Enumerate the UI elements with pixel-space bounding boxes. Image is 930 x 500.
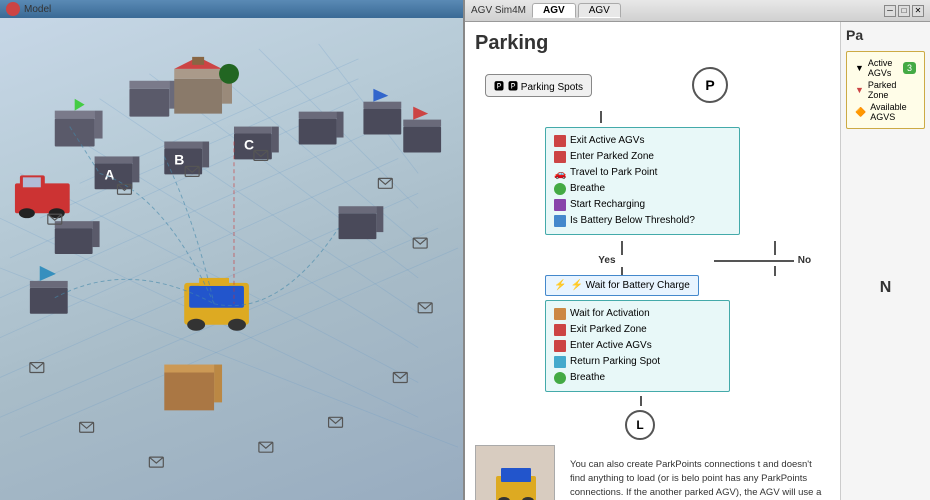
- active-agvs-label: Active AGVs: [868, 58, 899, 78]
- return-parking-icon: [554, 356, 566, 368]
- parked-zone-icon: ▼: [855, 85, 864, 95]
- wait-battery-icon: ⚡: [554, 280, 566, 291]
- main-action-box: Exit Active AGVs Enter Parked Zone 🚗 Tra…: [545, 127, 740, 235]
- wait-battery-label: ⚡ Wait for Battery Charge: [570, 280, 689, 291]
- close-right-btn[interactable]: ✕: [912, 5, 924, 17]
- scene-svg: A B C: [0, 18, 463, 500]
- flow-start-circle: P: [692, 67, 728, 103]
- flowchart: 🅿 🅿 Parking Spots P Exit Active AGVs: [475, 67, 830, 440]
- bottom-section: You can also create ParkPoints connectio…: [475, 445, 830, 500]
- no-vert1: [774, 241, 776, 255]
- legend-active-agvs: ▼ Active AGVs 3: [855, 58, 916, 78]
- simulation-canvas: A B C: [0, 18, 463, 500]
- tab1[interactable]: AGV: [532, 3, 576, 18]
- activation-icon: [554, 308, 566, 320]
- flow-item-travel: 🚗 Travel to Park Point: [554, 165, 731, 181]
- svg-text:C: C: [244, 136, 254, 152]
- yes-branch: Yes ⚡ ⚡ Wait for Battery Charge: [545, 241, 699, 296]
- legend-available-agvs: 🔶 Available AGVS: [855, 102, 916, 122]
- close-btn[interactable]: [6, 2, 20, 16]
- flow-item-breathe1: Breathe: [554, 181, 731, 197]
- no-vert2: [774, 266, 776, 276]
- no-branch: No: [714, 241, 811, 276]
- side-panel-title: Pa: [846, 27, 925, 43]
- flow-item-battery-check: Is Battery Below Threshold?: [554, 213, 731, 229]
- app-name: AGV Sim4M: [471, 5, 526, 16]
- flow-item-enter-parked: Enter Parked Zone: [554, 149, 731, 165]
- parking-spots-label: 🅿 Parking Spots: [508, 78, 583, 93]
- no-horiz: [714, 260, 794, 262]
- left-title-bar: Model: [0, 0, 463, 18]
- no-connector-row: No: [714, 255, 811, 266]
- maximize-btn[interactable]: □: [898, 5, 910, 17]
- active-agvs-badge: 3: [903, 62, 916, 74]
- svg-text:A: A: [105, 166, 115, 182]
- available-agvs-icon: 🔶: [855, 107, 866, 118]
- right-title-bar: AGV Sim4M AGV AGV ─ □ ✕: [465, 0, 930, 22]
- flow-item-enter-active: Enter Active AGVs: [554, 338, 721, 354]
- right-content: Parking 🅿 🅿 Parking Spots P: [465, 22, 930, 500]
- main-area: Parking 🅿 🅿 Parking Spots P: [465, 22, 840, 500]
- breathe2-icon: [554, 372, 566, 384]
- available-agvs-label: Available AGVS: [870, 102, 916, 122]
- flow-item-exit-agvs: Exit Active AGVs: [554, 133, 731, 149]
- parking-spots-icon: 🅿: [494, 78, 504, 93]
- minimize-btn[interactable]: ─: [884, 5, 896, 17]
- side-panel: Pa ▼ Active AGVs 3 ▼ Parked Zone 🔶 A: [840, 22, 930, 500]
- right-panel: AGV Sim4M AGV AGV ─ □ ✕ Parking 🅿 🅿 Park…: [465, 0, 930, 500]
- enter-active-icon: [554, 340, 566, 352]
- wait-battery-box: ⚡ ⚡ Wait for Battery Charge: [545, 275, 699, 296]
- exit-parked-icon: [554, 324, 566, 336]
- legend-box: ▼ Active AGVs 3 ▼ Parked Zone 🔶 Availabl…: [846, 51, 925, 129]
- thumbnail-image: [475, 445, 555, 500]
- second-box-col: Wait for Activation Exit Parked Zone Ent…: [545, 300, 730, 392]
- yes-label: Yes: [598, 255, 615, 266]
- flowchart-top-row: 🅿 🅿 Parking Spots P: [485, 67, 728, 103]
- tab2[interactable]: AGV: [578, 3, 621, 18]
- exit-agvs-icon: [554, 135, 566, 147]
- end-circle: L: [625, 410, 655, 440]
- yes-vert2: [621, 267, 623, 275]
- legend-section: ▼ Active AGVs 3 ▼ Parked Zone 🔶 Availabl…: [846, 51, 925, 129]
- parked-zone-label: Parked Zone: [868, 80, 916, 100]
- yes-connector: [621, 241, 623, 255]
- active-agvs-icon: ▼: [855, 63, 864, 73]
- description-text: You can also create ParkPoints connectio…: [565, 453, 830, 500]
- parking-spots-btn[interactable]: 🅿 🅿 Parking Spots: [485, 74, 592, 97]
- flow-item-activation: Wait for Activation: [554, 306, 721, 322]
- flow-item-return-parking: Return Parking Spot: [554, 354, 721, 370]
- parking-title: Parking: [475, 32, 830, 55]
- travel-icon: 🚗: [554, 167, 566, 179]
- yes-vert-line: [621, 241, 623, 255]
- enter-parked-icon: [554, 151, 566, 163]
- simulation-panel: Model: [0, 0, 465, 500]
- svg-text:B: B: [174, 151, 184, 167]
- end-connector: [640, 396, 642, 406]
- breathe1-icon: [554, 183, 566, 195]
- recharge-icon: [554, 199, 566, 211]
- window-controls: ─ □ ✕: [882, 5, 924, 17]
- flow-item-recharge: Start Recharging: [554, 197, 731, 213]
- legend-parked-zone: ▼ Parked Zone: [855, 80, 916, 100]
- no-label: No: [798, 255, 811, 266]
- second-action-box: Wait for Activation Exit Parked Zone Ent…: [545, 300, 730, 392]
- connector-1: [600, 111, 602, 123]
- left-title-label: Model: [24, 4, 51, 15]
- second-box-area: Wait for Activation Exit Parked Zone Ent…: [545, 300, 730, 392]
- flow-item-breathe2: Breathe: [554, 370, 721, 386]
- side-n-label: N: [846, 279, 925, 297]
- title-tabs: AGV AGV: [532, 3, 621, 18]
- flow-item-exit-parked: Exit Parked Zone: [554, 322, 721, 338]
- branch-row: Yes ⚡ ⚡ Wait for Battery Charge: [545, 241, 811, 296]
- battery-icon: [554, 215, 566, 227]
